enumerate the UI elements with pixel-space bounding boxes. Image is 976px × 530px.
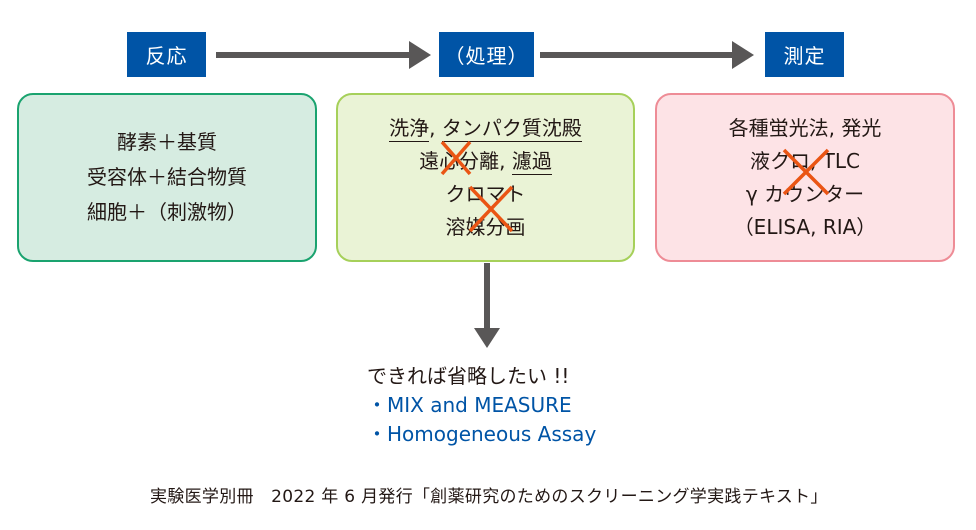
arrow-processing-to-measurement-head — [732, 41, 754, 69]
stage-label-text: 測定 — [783, 44, 826, 68]
reaction-box: 酵素＋基質 受容体＋結合物質 細胞＋（刺激物） — [17, 93, 317, 262]
separator: , — [499, 148, 512, 173]
separator: , — [429, 115, 442, 140]
processing-line: 溶媒分画 — [445, 214, 526, 239]
processing-line: 洗浄, タンパク質沈殿 — [389, 112, 582, 145]
arrow-reaction-to-processing-shaft — [216, 52, 412, 58]
omission-note: できれば省略したい !! ・MIX and MEASURE ・Homogeneo… — [367, 362, 596, 449]
underlined-text: タンパク質沈殿 — [441, 115, 582, 142]
processing-box: 洗浄, タンパク質沈殿 遠心分離, 濾過 クロマト 溶媒分画 — [336, 93, 635, 262]
note-bullet: ・Homogeneous Assay — [367, 422, 597, 446]
arrow-down-shaft — [484, 263, 490, 331]
stage-label-processing: （処理） — [439, 32, 534, 77]
note-bullet: ・MIX and MEASURE — [367, 393, 572, 417]
struck-text: 遠心分離 — [419, 148, 500, 173]
measurement-line: （ELISA, RIA） — [733, 214, 877, 239]
underlined-text: 濾過 — [511, 148, 552, 175]
note-heading: できれば省略したい !! — [367, 364, 570, 388]
measurement-line: 各種蛍光法, 発光 — [728, 115, 882, 140]
stage-label-text: （処理） — [444, 44, 529, 68]
stage-label-measurement: 測定 — [765, 32, 844, 77]
arrow-reaction-to-processing-head — [409, 41, 431, 69]
reaction-line: 受容体＋結合物質 — [87, 165, 247, 189]
flow-arrows — [216, 41, 754, 348]
reaction-line: 細胞＋（刺激物） — [87, 200, 247, 224]
measurement-line: 液クロ, TLC — [749, 148, 861, 173]
reaction-line: 酵素＋基質 — [117, 130, 217, 154]
cross-marks — [440, 140, 830, 233]
measurement-box: 各種蛍光法, 発光 液クロ, TLC γ カウンター （ELISA, RIA） — [655, 93, 955, 262]
measurement-line: γ カウンター — [745, 181, 865, 206]
processing-line: クロマト — [445, 181, 526, 206]
arrow-down-head — [474, 328, 500, 348]
processing-line: 遠心分離, 濾過 — [419, 145, 552, 178]
stage-label-reaction: 反応 — [127, 32, 206, 77]
underlined-text: 洗浄 — [389, 115, 430, 142]
stage-label-text: 反応 — [145, 44, 188, 68]
arrow-processing-to-measurement-shaft — [540, 52, 735, 58]
source-citation: 実験医学別冊 2022 年 6 月発行「創薬研究のためのスクリーニング学実践テキ… — [150, 487, 828, 507]
